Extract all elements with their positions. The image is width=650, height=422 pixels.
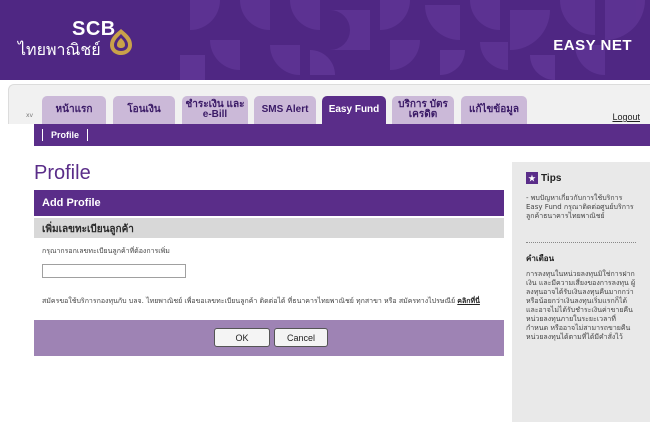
- signup-note: สมัครขอใช้บริการกองทุนกับ บลจ. ไทยพาณิชย…: [42, 296, 492, 306]
- section-title: Add Profile: [34, 190, 504, 216]
- subnav-item-profile[interactable]: Profile: [42, 129, 89, 141]
- tips-title: Tips: [541, 172, 562, 184]
- tab-credit-card[interactable]: บริการ บัตรเครดิต: [392, 96, 454, 124]
- logout-link[interactable]: Logout: [612, 112, 640, 122]
- cancel-button[interactable]: Cancel: [274, 328, 328, 347]
- subsection-title: เพิ่มเลขทะเบียนลูกค้า: [34, 218, 504, 238]
- page-title: Profile: [34, 162, 91, 184]
- tips-sidebar: ★ Tips - พบปัญหาเกี่ยวกับการใช้บริการ Ea…: [512, 162, 650, 422]
- tab-easy-fund[interactable]: Easy Fund: [322, 96, 386, 124]
- star-icon: ★: [526, 172, 538, 184]
- warning-title: คำเตือน: [526, 254, 555, 263]
- scb-logo-icon: [110, 29, 132, 55]
- add-profile-form: กรุณากรอกเลขทะเบียนลูกค้าที่ต้องการเพิ่ม…: [34, 238, 504, 320]
- tab-home[interactable]: หน้าแรก: [42, 96, 106, 124]
- tab-bill-payment[interactable]: ชำระเงิน และ e-Bill: [182, 96, 248, 124]
- tab-sms-alert[interactable]: SMS Alert: [254, 96, 316, 124]
- tips-header: ★ Tips: [526, 172, 561, 184]
- customer-id-input[interactable]: [42, 264, 186, 278]
- signup-link[interactable]: คลิกที่นี่: [457, 297, 480, 305]
- ok-button[interactable]: OK: [214, 328, 270, 347]
- tips-text: - พบปัญหาเกี่ยวกับการใช้บริการ Easy Fund…: [526, 194, 634, 220]
- nav-corner-label: xv: [26, 112, 34, 119]
- tab-transfer[interactable]: โอนเงิน: [113, 96, 175, 124]
- warning-text: การลงทุนในหน่วยลงทุนมิใช่การฝากเงิน และม…: [526, 270, 636, 341]
- tab-edit-profile[interactable]: แก้ไขข้อมูล: [461, 96, 527, 124]
- customer-id-prompt: กรุณากรอกเลขทะเบียนลูกค้าที่ต้องการเพิ่ม: [42, 247, 170, 255]
- header-banner: SCB ไทยพาณิชย์ EASY NET: [0, 0, 650, 80]
- brand-th: ไทยพาณิชย์: [18, 42, 101, 59]
- button-bar: OK Cancel: [34, 320, 504, 356]
- sidebar-divider: [526, 242, 636, 243]
- sub-navigation: Profile: [34, 124, 650, 146]
- signup-note-text: สมัครขอใช้บริการกองทุนกับ บลจ. ไทยพาณิชย…: [42, 297, 456, 305]
- product-name: EASY NET: [553, 37, 632, 54]
